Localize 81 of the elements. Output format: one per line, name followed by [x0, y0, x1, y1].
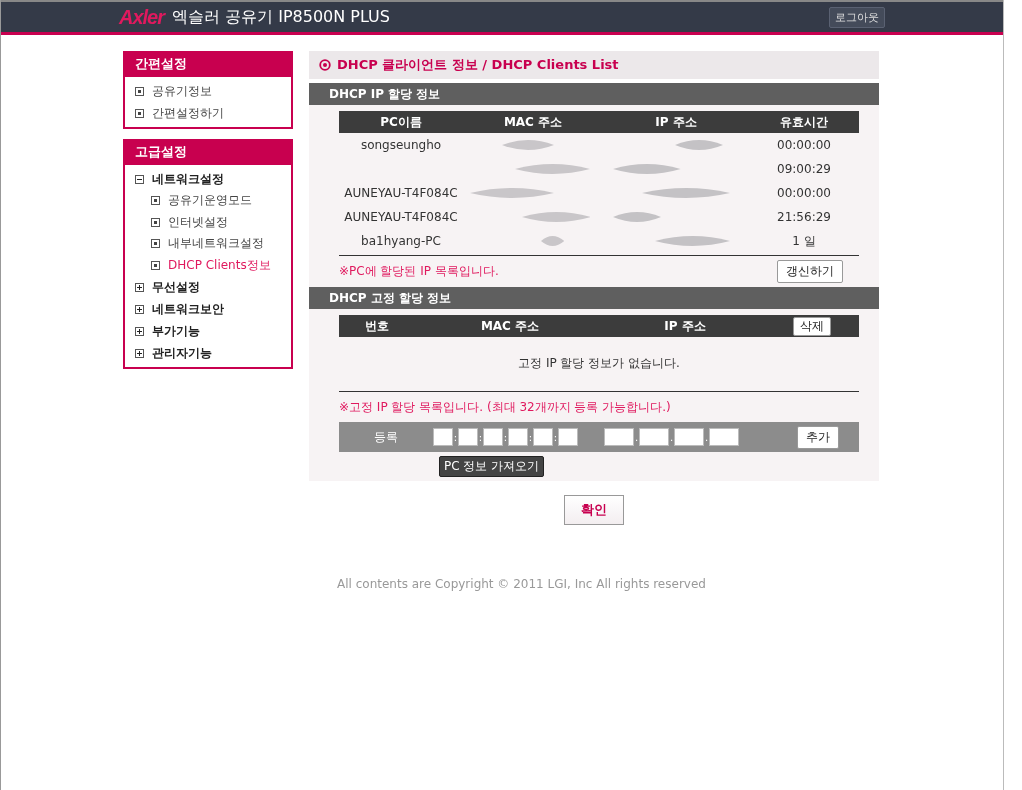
table-cell: songseungho: [360, 138, 442, 152]
column-header: PC이름: [379, 113, 423, 131]
menu-item[interactable]: 공유기정보: [152, 82, 212, 100]
collapse-icon[interactable]: [135, 174, 144, 184]
page-title: DHCP 클라이언트 정보 / DHCP Clients List: [337, 56, 619, 74]
mac-input[interactable]: [533, 428, 553, 446]
menu-section-title: 간편설정: [125, 53, 291, 77]
menu-item[interactable]: DHCP Clients정보: [168, 256, 271, 274]
menu-group[interactable]: 네트워크보안: [152, 300, 224, 318]
column-header: 번호: [364, 317, 390, 335]
menu-item[interactable]: 공유기운영모드: [168, 192, 252, 210]
mac-input[interactable]: [508, 428, 528, 446]
separator: :: [478, 431, 483, 443]
section-heading: DHCP 고정 할당 정보: [309, 287, 879, 309]
empty-message: 고정 IP 할당 정보가 없습니다.: [518, 354, 680, 372]
register-label: 등록: [373, 428, 399, 446]
expand-icon[interactable]: [135, 326, 144, 336]
expand-icon[interactable]: [135, 282, 144, 292]
redaction-smear: [521, 212, 591, 222]
redaction-smear: [613, 212, 662, 222]
column-header: IP 주소: [654, 113, 698, 131]
add-button[interactable]: 추가: [797, 425, 839, 449]
menu-item[interactable]: 간편설정하기: [152, 104, 224, 122]
bullet-icon: [151, 217, 160, 227]
column-header: MAC 주소: [479, 317, 541, 335]
expand-icon[interactable]: [135, 348, 144, 358]
bullet-icon: [135, 86, 144, 96]
logout-button[interactable]: 로그아웃: [829, 6, 885, 28]
separator: .: [634, 431, 639, 443]
ip-input[interactable]: [604, 428, 634, 446]
redaction-smear: [613, 164, 681, 174]
copyright-text: All contents are Copyright © 2011 LGI, Inc All rights reserved: [337, 577, 706, 591]
mac-input[interactable]: [483, 428, 503, 446]
table-cell: 21:56:29: [777, 210, 831, 224]
delete-button[interactable]: 삭제: [793, 316, 831, 336]
bullet-icon: [135, 108, 144, 118]
column-header: MAC 주소: [502, 113, 564, 131]
menu-group[interactable]: 네트워크설정: [152, 170, 224, 188]
table-cell: 00:00:00: [777, 138, 831, 152]
ip-input[interactable]: [709, 428, 739, 446]
fetch-pc-info-button[interactable]: PC 정보 가져오기: [439, 456, 545, 477]
redaction-smear: [541, 236, 565, 246]
note-text: ※고정 IP 할당 목록입니다. (최대 32개까지 등록 가능합니다.): [339, 399, 672, 416]
column-header: IP 주소: [663, 317, 707, 335]
ip-input[interactable]: [674, 428, 704, 446]
menu-group[interactable]: 무선설정: [152, 278, 200, 296]
menu-section-title: 고급설정: [125, 141, 291, 165]
note-text: ※PC에 할당된 IP 목록입니다.: [339, 263, 499, 280]
redaction-smear: [674, 140, 723, 150]
product-title: 엑슬러 공유기 IP8500N PLUS: [172, 6, 390, 28]
refresh-button[interactable]: 갱신하기: [777, 260, 843, 283]
expand-icon[interactable]: [135, 304, 144, 314]
separator: :: [528, 431, 533, 443]
mac-input[interactable]: [458, 428, 478, 446]
menu-item[interactable]: 내부네트워크설정: [168, 235, 264, 253]
table-cell: AUNEYAU-T4F084C: [344, 210, 458, 224]
table-cell: ba1hyang-PC: [361, 234, 441, 248]
separator: :: [453, 431, 458, 443]
ip-input[interactable]: [639, 428, 669, 446]
separator: .: [704, 431, 709, 443]
column-header: 유효시간: [779, 113, 829, 131]
table-cell: 09:00:29: [777, 162, 831, 176]
table-cell: AUNEYAU-T4F084C: [344, 186, 458, 200]
redaction-smear: [502, 140, 554, 150]
target-icon: [319, 59, 331, 71]
bullet-icon: [151, 239, 160, 249]
section-heading: DHCP IP 할당 정보: [309, 83, 879, 105]
mac-input[interactable]: [433, 428, 453, 446]
logo: Axler: [119, 5, 165, 29]
separator: :: [553, 431, 558, 443]
separator: :: [503, 431, 508, 443]
bullet-icon: [151, 260, 160, 270]
menu-item[interactable]: 인터넷설정: [168, 213, 228, 231]
bullet-icon: [151, 196, 160, 206]
table-cell: 1 일: [792, 232, 816, 250]
mac-input[interactable]: [558, 428, 578, 446]
confirm-button[interactable]: 확인: [564, 495, 624, 525]
menu-group[interactable]: 부가기능: [152, 322, 200, 340]
table-cell: 00:00:00: [777, 186, 831, 200]
separator: .: [669, 431, 674, 443]
menu-group[interactable]: 관리자기능: [152, 344, 212, 362]
